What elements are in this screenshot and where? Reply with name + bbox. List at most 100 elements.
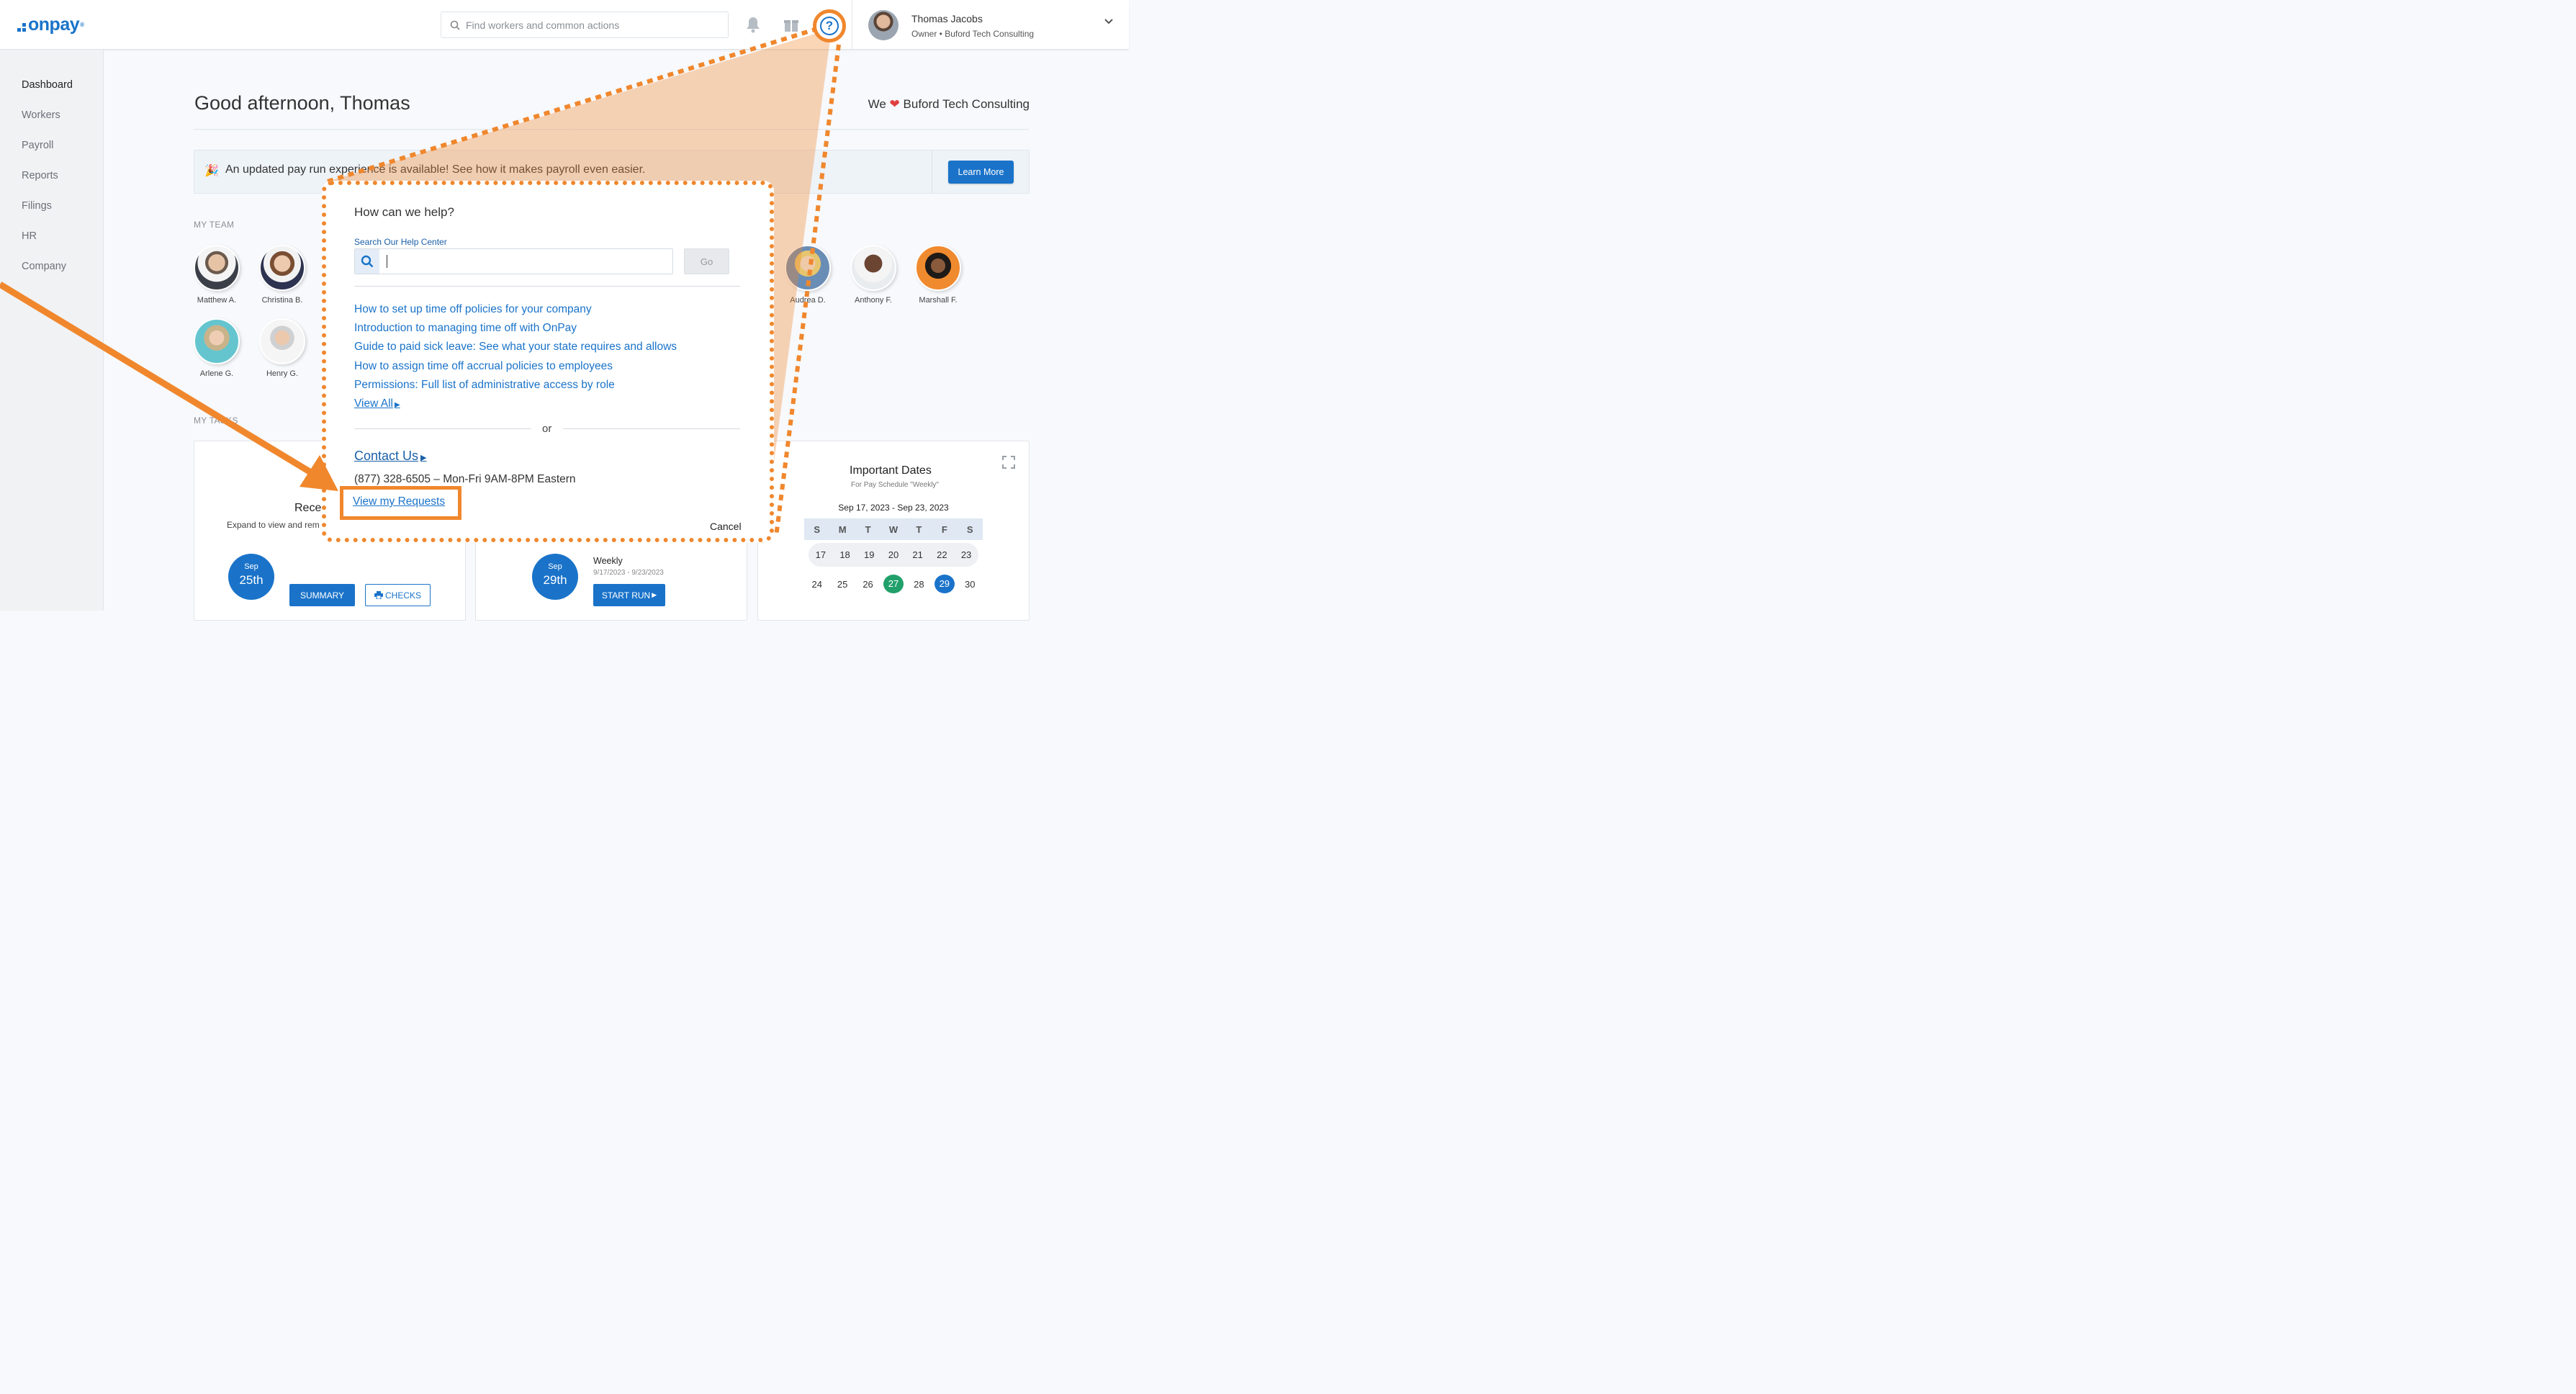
banner-message: An updated pay run experience is availab…	[225, 163, 646, 176]
printer-icon	[374, 591, 383, 599]
calendar-day[interactable]: 28	[909, 579, 929, 590]
help-search-input[interactable]	[354, 248, 673, 274]
bell-icon[interactable]	[743, 14, 763, 35]
upcoming-date-month: Sep	[548, 562, 562, 571]
weekday-mon: M	[838, 523, 847, 535]
or-separator: or	[542, 423, 552, 435]
team-avatar-matthew[interactable]	[194, 245, 240, 291]
team-avatar-henry[interactable]	[259, 318, 305, 364]
checks-button[interactable]: CHECKS	[365, 584, 431, 606]
recent-date-day: 25th	[239, 573, 264, 587]
calendar-day[interactable]: 25	[832, 579, 852, 590]
view-my-requests-link[interactable]: View my Requests	[353, 495, 445, 508]
team-avatar-christina[interactable]	[259, 245, 305, 291]
calendar-day-pay-date[interactable]: 29	[934, 575, 955, 593]
popup-divider	[354, 286, 740, 287]
weekday-fri: F	[941, 523, 947, 535]
help-article-link[interactable]: Introduction to managing time off with O…	[354, 322, 577, 335]
important-dates-title: Important Dates	[850, 464, 932, 477]
chevron-down-icon[interactable]	[1104, 19, 1113, 24]
support-phone: (877) 328-6505 – Mon-Fri 9AM-8PM Eastern	[354, 473, 576, 485]
page-greeting: Good afternoon, Thomas	[194, 92, 410, 114]
calendar-day[interactable]: 19	[859, 549, 879, 560]
calendar-day[interactable]: 30	[960, 579, 980, 590]
global-search-input[interactable]: Find workers and common actions	[441, 12, 729, 38]
view-requests-highlight: View my Requests	[340, 486, 461, 520]
team-name-audrea[interactable]: Audrea D.	[775, 296, 840, 305]
team-name-matthew[interactable]: Matthew A.	[184, 296, 249, 305]
sidebar-item-filings[interactable]: Filings	[22, 200, 52, 212]
help-article-link[interactable]: How to set up time off policies for your…	[354, 303, 592, 316]
calendar-day[interactable]: 22	[932, 549, 952, 560]
logo-dots-icon	[17, 22, 26, 32]
sidebar-item-company[interactable]: Company	[22, 261, 66, 272]
help-search-label: Search Our Help Center	[354, 237, 447, 247]
weekday-sun: S	[814, 523, 821, 535]
calendar-day[interactable]: 18	[835, 549, 855, 560]
calendar-next-week: 24 25 26 27 28 29 30	[804, 570, 983, 598]
user-role: Owner • Buford Tech Consulting	[911, 29, 1035, 39]
help-popup-title: How can we help?	[354, 205, 454, 219]
sidebar-item-workers[interactable]: Workers	[22, 109, 60, 121]
sidebar-item-reports[interactable]: Reports	[22, 170, 58, 181]
team-name-arlene[interactable]: Arlene G.	[184, 369, 249, 378]
contact-us-link[interactable]: Contact Us ▶	[354, 449, 427, 464]
start-run-button[interactable]: START RUN ▶	[593, 584, 665, 606]
help-article-link[interactable]: How to assign time off accrual policies …	[354, 360, 613, 373]
user-avatar	[868, 10, 899, 40]
team-avatar-audrea[interactable]	[785, 245, 831, 291]
learn-more-button[interactable]: Learn More	[948, 161, 1014, 184]
search-placeholder: Find workers and common actions	[466, 19, 620, 31]
sidebar: Dashboard Workers Payroll Reports Filing…	[0, 50, 104, 611]
help-button[interactable]: ?	[813, 9, 846, 42]
recent-date-month: Sep	[244, 562, 258, 571]
sidebar-item-payroll[interactable]: Payroll	[22, 140, 53, 151]
view-all-link[interactable]: View All ▶	[354, 397, 400, 410]
calendar-day-check-date[interactable]: 27	[883, 575, 904, 593]
logo-text: onpay	[28, 14, 80, 35]
recent-date-bubble: Sep 25th	[228, 554, 274, 600]
calendar-day[interactable]: 26	[858, 579, 878, 590]
weekday-thu: T	[916, 523, 922, 535]
sidebar-item-hr[interactable]: HR	[22, 230, 37, 242]
help-article-link[interactable]: Guide to paid sick leave: See what your …	[354, 341, 677, 354]
expand-icon[interactable]	[1002, 456, 1015, 469]
start-run-label: START RUN	[601, 590, 651, 601]
greeting-divider	[194, 129, 1029, 130]
sidebar-item-dashboard[interactable]: Dashboard	[22, 79, 73, 91]
search-icon	[355, 249, 379, 274]
calendar-day[interactable]: 23	[956, 549, 976, 560]
calendar-range: Sep 17, 2023 - Sep 23, 2023	[838, 503, 949, 513]
summary-button[interactable]: SUMMARY	[289, 584, 355, 606]
upcoming-range: 9/17/2023 - 9/23/2023	[593, 569, 664, 577]
caret-right-icon: ▶	[420, 454, 427, 462]
upcoming-date-bubble: Sep 29th	[532, 554, 578, 600]
user-menu[interactable]: Thomas Jacobs Owner • Buford Tech Consul…	[852, 0, 1129, 50]
cancel-button[interactable]: Cancel	[710, 521, 742, 532]
team-name-marshall[interactable]: Marshall F.	[906, 296, 970, 305]
weekday-sat: S	[966, 523, 973, 535]
user-name: Thomas Jacobs	[911, 13, 983, 24]
help-go-button[interactable]: Go	[684, 248, 729, 274]
team-name-anthony[interactable]: Anthony F.	[841, 296, 906, 305]
my-tasks-label: MY TASKS	[194, 415, 238, 426]
or-divider-right	[563, 428, 740, 429]
help-article-link[interactable]: Permissions: Full list of administrative…	[354, 379, 615, 392]
calendar-day[interactable]: 24	[807, 579, 827, 590]
logo-registered-mark: ®	[80, 22, 84, 28]
calendar-day[interactable]: 21	[908, 549, 928, 560]
pay-calendar: Sep 17, 2023 - Sep 23, 2023 S M T W T F …	[804, 497, 983, 598]
company-love-tagline: We ❤ Buford Tech Consulting	[868, 97, 1030, 112]
team-avatar-arlene[interactable]	[194, 318, 240, 364]
onpay-logo[interactable]: onpay ®	[17, 14, 84, 35]
calendar-day[interactable]: 17	[811, 549, 831, 560]
team-avatar-marshall[interactable]	[915, 245, 961, 291]
calendar-day[interactable]: 20	[883, 549, 904, 560]
recent-card-subtitle: Expand to view and rem	[227, 520, 320, 530]
team-avatar-anthony[interactable]	[850, 245, 896, 291]
team-name-henry[interactable]: Henry G.	[250, 369, 315, 378]
calendar-current-week: 17 18 19 20 21 22 23	[809, 543, 978, 567]
gift-icon[interactable]	[781, 14, 801, 35]
important-dates-subtitle: For Pay Schedule "Weekly"	[851, 481, 939, 489]
team-name-christina[interactable]: Christina B.	[250, 296, 315, 305]
